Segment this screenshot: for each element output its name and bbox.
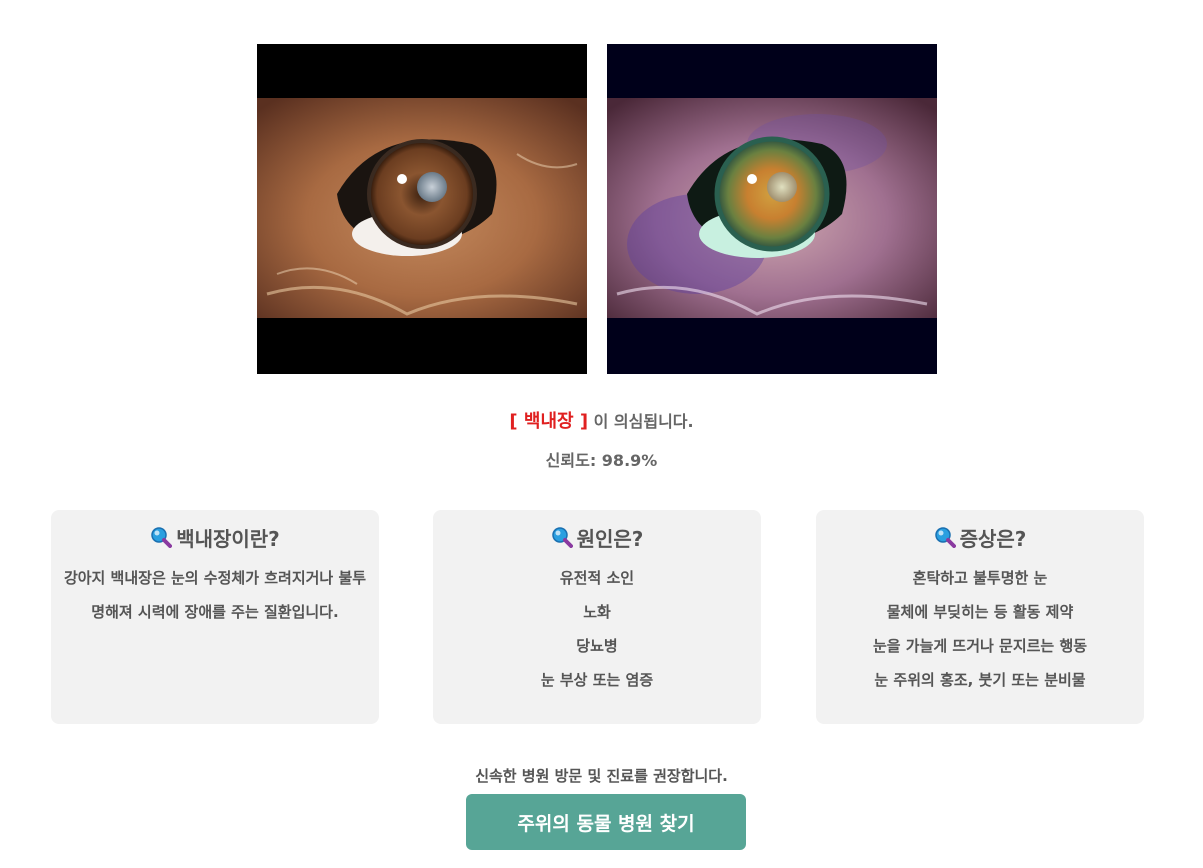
card-causes-title: 원인은? xyxy=(576,526,644,551)
card-causes-heading: 원인은? xyxy=(433,520,761,554)
card-about-title: 백내장이란? xyxy=(176,526,280,551)
cause-item: 노화 xyxy=(583,603,611,621)
result-images xyxy=(257,44,937,374)
symptom-item: 눈을 가늘게 뜨거나 문지르는 행동 xyxy=(872,637,1088,655)
card-symptoms-heading: 증상은? xyxy=(816,520,1144,554)
confidence-score: 신뢰도: 98.9% xyxy=(545,451,658,470)
cause-item: 유전적 소인 xyxy=(559,569,635,587)
magnifier-icon xyxy=(934,527,956,548)
card-about-heading: 백내장이란? xyxy=(51,520,379,554)
diagnosis-result: [ 백내장 ] 이 의심됩니다. xyxy=(0,407,1203,433)
magnifier-icon xyxy=(151,527,173,548)
cause-item: 눈 부상 또는 염증 xyxy=(540,671,654,689)
card-about-text: 강아지 백내장은 눈의 수정체가 흐려지거나 불투명해져 시력에 장애를 주는 … xyxy=(63,569,367,621)
original-eye-image xyxy=(257,44,587,374)
card-causes: 원인은? 유전적 소인 노화 당뇨병 눈 부상 또는 염증 xyxy=(433,510,761,724)
diagnosis-suffix: 이 의심됩니다. xyxy=(588,412,694,431)
symptom-item: 눈 주위의 홍조, 붓기 또는 분비물 xyxy=(874,671,1086,689)
recommendation-text: 신속한 병원 방문 및 진료를 권장합니다. xyxy=(475,767,728,785)
cause-item: 당뇨병 xyxy=(576,637,618,655)
find-hospital-button[interactable]: 주위의 동물 병원 찾기 xyxy=(466,794,746,850)
card-symptoms-title: 증상은? xyxy=(959,526,1027,551)
diagnosis-name: [ 백내장 ] xyxy=(509,411,589,432)
heatmap-eye-image xyxy=(607,44,937,374)
symptom-item: 혼탁하고 불투명한 눈 xyxy=(912,569,1048,587)
card-symptoms: 증상은? 혼탁하고 불투명한 눈 물체에 부딪히는 등 활동 제약 눈을 가늘게… xyxy=(816,510,1144,724)
card-about: 백내장이란? 강아지 백내장은 눈의 수정체가 흐려지거나 불투명해져 시력에 … xyxy=(51,510,379,724)
symptom-item: 물체에 부딪히는 등 활동 제약 xyxy=(886,603,1074,621)
magnifier-icon xyxy=(551,527,573,548)
